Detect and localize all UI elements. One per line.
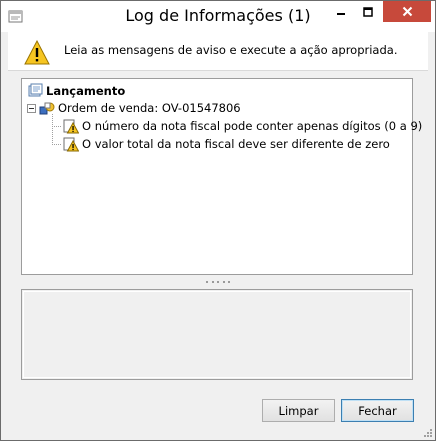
warning-icon <box>24 40 50 65</box>
tree-node-warning[interactable]: O valor total da nota fiscal deve ser di… <box>63 136 390 152</box>
message-header: Leia as mensagens de aviso e execute a a… <box>8 32 428 70</box>
tree-connector <box>52 126 61 127</box>
tree-node-label: Ordem de venda: OV-01547806 <box>58 101 241 115</box>
tree-node-label: Lançamento <box>46 84 126 98</box>
detail-area <box>23 291 411 378</box>
warning-message: O número da nota fiscal pode conter apen… <box>82 119 423 133</box>
tree-node-posting[interactable]: Lançamento <box>27 83 125 99</box>
tree-connector <box>52 144 61 145</box>
close-icon <box>402 6 412 17</box>
tree-connector <box>52 114 53 145</box>
header-message: Leia as mensagens de aviso e execute a a… <box>64 43 398 57</box>
tree-node-sales-order[interactable]: Ordem de venda: OV-01547806 <box>27 100 241 116</box>
resize-grip[interactable] <box>423 428 433 438</box>
clear-button[interactable]: Limpar <box>262 399 335 422</box>
posting-icon <box>28 83 43 97</box>
order-icon <box>39 102 55 115</box>
title-bar[interactable]: Log de Informações (1) <box>1 1 435 32</box>
header-divider <box>8 70 428 71</box>
maximize-button[interactable] <box>355 1 381 22</box>
message-tree[interactable]: Lançamento Ordem de venda: OV-01547806 O… <box>21 78 422 275</box>
warning-message: O valor total da nota fiscal deve ser di… <box>82 137 390 151</box>
infolog-window: Log de Informações (1) Leia as mensagens… <box>0 0 436 441</box>
tree-node-warning[interactable]: O número da nota fiscal pode conter apen… <box>63 118 422 134</box>
close-dialog-button[interactable]: Fechar <box>341 399 414 422</box>
detail-pane[interactable] <box>21 289 413 380</box>
warning-small-icon <box>63 119 79 134</box>
minimize-icon <box>337 12 345 15</box>
close-button[interactable] <box>383 1 431 22</box>
collapse-toggle[interactable] <box>27 103 36 113</box>
minimize-button[interactable] <box>328 1 354 22</box>
warning-small-icon <box>63 137 79 152</box>
pane-splitter[interactable] <box>206 280 230 284</box>
dialog-body: Leia as mensagens de aviso e execute a a… <box>8 32 428 435</box>
maximize-icon <box>363 6 373 17</box>
